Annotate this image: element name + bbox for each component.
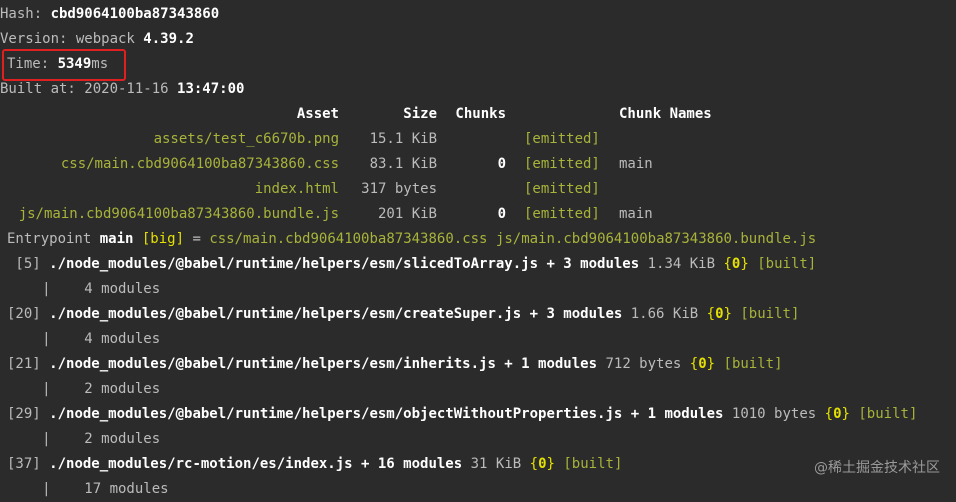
module-sub: | 4 modules (0, 281, 161, 297)
module-status: [built] (723, 356, 783, 372)
module-sub: | 2 modules (0, 431, 161, 447)
version-value: 4.39.2 (143, 31, 194, 47)
built-label: Built at: 2020-11-16 (0, 81, 178, 97)
module-sub-line: | 2 modules (0, 377, 160, 402)
big-flag: [big] (141, 231, 185, 247)
module-id: [21] (7, 356, 41, 372)
hash-line: Hash: cbd9064100ba87343860 (0, 2, 219, 27)
asset-chunks: 0 (497, 156, 506, 172)
asset-name: index.html (254, 181, 339, 197)
module-sub-line: | 4 modules (0, 277, 160, 302)
module-chunk: 0 (698, 356, 707, 372)
module-line: [37] ./node_modules/rc-motion/es/index.j… (7, 456, 623, 472)
version-label: Version: webpack (0, 31, 144, 47)
module-sub: | 4 modules (0, 331, 161, 347)
module-path: ./node_modules/@babel/runtime/helpers/es… (49, 406, 724, 422)
asset-name: assets/test_c6670b.png (153, 131, 339, 147)
module-chunk: 0 (538, 456, 547, 472)
module-path: ./node_modules/@babel/runtime/helpers/es… (49, 306, 623, 322)
chunk-name: main (619, 206, 653, 222)
module-size: 712 bytes (605, 356, 682, 372)
asset-name: js/main.cbd9064100ba87343860.bundle.js (18, 206, 339, 222)
entrypoint-line: Entrypoint main [big] = css/main.cbd9064… (7, 227, 816, 252)
header-chunks: Chunks (455, 106, 506, 122)
module-path: ./node_modules/@babel/runtime/helpers/es… (49, 256, 640, 272)
module-status: [built] (563, 456, 623, 472)
emitted-flag: [emitted] (524, 156, 600, 172)
module-line: [5] ./node_modules/@babel/runtime/helper… (7, 256, 817, 272)
module-status: [built] (740, 306, 800, 322)
module-id: [20] (7, 306, 41, 322)
module-size: 1.34 KiB (647, 256, 716, 272)
module-sub-line: | 4 modules (0, 327, 160, 352)
built-at-line: Built at: 2020-11-16 13:47:00 (0, 77, 244, 102)
module-id: [37] (7, 456, 41, 472)
table-row: assets/test_c6670b.png 15.1 KiB [emitted… (0, 127, 956, 152)
module-sub-line: | 2 modules (0, 427, 160, 452)
asset-size: 317 bytes (361, 181, 437, 197)
module-size: 1.66 KiB (630, 306, 699, 322)
module-path: ./node_modules/rc-motion/es/index.js + 1… (49, 456, 463, 472)
module-id: [29] (7, 406, 41, 422)
emitted-flag: [emitted] (524, 131, 600, 147)
asset-size: 201 KiB (377, 206, 437, 222)
module-line: [21] ./node_modules/@babel/runtime/helpe… (7, 356, 783, 372)
asset-name: css/main.cbd9064100ba87343860.css (60, 156, 339, 172)
module-path: ./node_modules/@babel/runtime/helpers/es… (49, 356, 598, 372)
entrypoint-js: js/main.cbd9064100ba87343860.bundle.js (495, 231, 817, 247)
table-row: js/main.cbd9064100ba87343860.bundle.js 2… (0, 202, 956, 227)
asset-size: 15.1 KiB (369, 131, 437, 147)
module-id: [5] (7, 256, 41, 272)
hash-label: Hash: (0, 6, 51, 22)
module-sub: | 2 modules (0, 381, 161, 397)
table-header: Asset Size Chunks Chunk Names (0, 102, 956, 127)
header-asset: Asset (296, 106, 339, 122)
emitted-flag: [emitted] (524, 206, 600, 222)
built-time: 13:47:00 (177, 81, 245, 97)
module-sub-line: | 17 modules (0, 477, 169, 502)
entrypoint-label: Entrypoint (7, 231, 100, 247)
module-status: [built] (757, 256, 817, 272)
table-row: index.html 317 bytes [emitted] (0, 177, 956, 202)
terminal-output: Hash: cbd9064100ba87343860 Version: webp… (0, 0, 956, 497)
module-size: 31 KiB (470, 456, 522, 472)
module-chunk: 0 (833, 406, 842, 422)
module-line: [20] ./node_modules/@babel/runtime/helpe… (7, 306, 800, 322)
entrypoint-eq: = (184, 231, 210, 247)
emitted-flag: [emitted] (524, 181, 600, 197)
module-status: [built] (858, 406, 918, 422)
asset-size: 83.1 KiB (369, 156, 437, 172)
asset-chunks: 0 (497, 206, 506, 222)
module-size: 1010 bytes (731, 406, 817, 422)
module-chunk: 0 (715, 306, 724, 322)
module-line: [29] ./node_modules/@babel/runtime/helpe… (7, 406, 918, 422)
header-chunk-names: Chunk Names (619, 106, 712, 122)
entrypoint-name: main (99, 231, 134, 247)
module-sub: | 17 modules (0, 481, 169, 497)
chunk-name: main (619, 156, 653, 172)
hash-value: cbd9064100ba87343860 (50, 6, 220, 22)
table-row: css/main.cbd9064100ba87343860.css 83.1 K… (0, 152, 956, 177)
watermark: @稀土掘金技术社区 (814, 460, 940, 476)
header-size: Size (403, 106, 437, 122)
entrypoint-css: css/main.cbd9064100ba87343860.css (209, 231, 488, 247)
